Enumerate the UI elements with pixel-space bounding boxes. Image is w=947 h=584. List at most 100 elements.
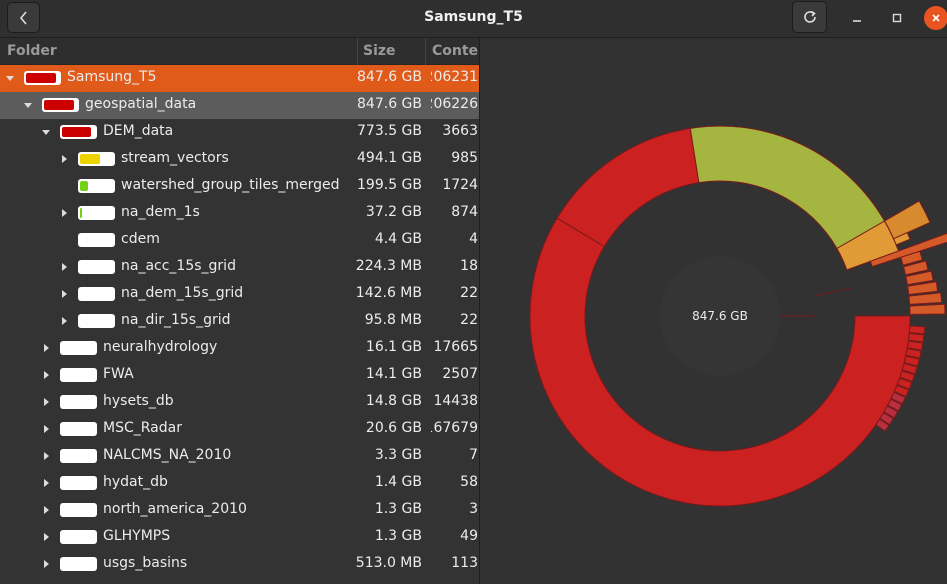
column-header-contents[interactable]: Contents: [432, 43, 479, 59]
folder-contents: 14438: [433, 393, 478, 409]
folder-size: 95.8 MB: [364, 312, 422, 328]
minimize-button[interactable]: [845, 6, 869, 30]
folder-size: 14.8 GB: [365, 393, 422, 409]
tree-row[interactable]: na_dem_15s_grid 142.6 MB 22: [0, 281, 479, 308]
tree-row[interactable]: MSC_Radar 20.6 GB 167679: [0, 416, 479, 443]
refresh-icon: [803, 10, 816, 23]
expander-expanded-icon[interactable]: [22, 99, 34, 111]
close-icon: [932, 14, 940, 22]
expander-collapsed-icon[interactable]: [58, 288, 70, 300]
ring-segment[interactable]: [556, 127, 700, 248]
tree-row[interactable]: hysets_db 14.8 GB 14438: [0, 389, 479, 416]
tree-row[interactable]: geospatial_data 847.6 GB 206226: [0, 92, 479, 119]
tree-row[interactable]: north_america_2010 1.3 GB 3: [0, 497, 479, 524]
ring-segment[interactable]: [812, 287, 853, 297]
maximize-button[interactable]: [885, 6, 909, 30]
usage-bar-fill: [80, 181, 88, 191]
usage-bar: [60, 503, 97, 517]
ring-chart[interactable]: 847.6 GB: [480, 38, 947, 584]
folder-name: na_dem_15s_grid: [121, 285, 244, 301]
expander-collapsed-icon[interactable]: [40, 531, 52, 543]
expander-collapsed-icon[interactable]: [40, 504, 52, 516]
tree-row[interactable]: stream_vectors 494.1 GB 985: [0, 146, 479, 173]
folder-contents: 3: [469, 501, 478, 517]
ring-segment[interactable]: [689, 125, 886, 250]
folder-name: cdem: [121, 231, 160, 247]
folder-contents: 7: [469, 447, 478, 463]
column-separator[interactable]: [425, 38, 426, 65]
tree-header: Folder Size Contents: [0, 38, 479, 65]
expander-collapsed-icon[interactable]: [40, 558, 52, 570]
ring-segment[interactable]: [907, 333, 925, 343]
header-bar: Samsung_T5: [0, 0, 947, 38]
usage-bar: [60, 449, 97, 463]
ring-segment[interactable]: [883, 200, 931, 240]
tree-row[interactable]: hydat_db 1.4 GB 58: [0, 470, 479, 497]
expander-collapsed-icon[interactable]: [58, 153, 70, 165]
usage-bar-fill: [26, 73, 56, 83]
column-header-size[interactable]: Size: [363, 43, 396, 59]
tree-row[interactable]: na_acc_15s_grid 224.3 MB 18: [0, 254, 479, 281]
tree-row[interactable]: cdem 4.4 GB 4: [0, 227, 479, 254]
folder-name: hysets_db: [103, 393, 174, 409]
expander-collapsed-icon[interactable]: [40, 396, 52, 408]
tree-row[interactable]: NALCMS_NA_2010 3.3 GB 7: [0, 443, 479, 470]
tree-row[interactable]: neuralhydrology 16.1 GB 17665: [0, 335, 479, 362]
expander-collapsed-icon[interactable]: [58, 315, 70, 327]
expander-expanded-icon[interactable]: [4, 72, 16, 84]
usage-bar-fill: [44, 100, 74, 110]
folder-size: 1.3 GB: [374, 501, 422, 517]
expander-collapsed-icon[interactable]: [40, 369, 52, 381]
tree-row[interactable]: FWA 14.1 GB 2507: [0, 362, 479, 389]
folder-contents: 3663: [442, 123, 478, 139]
usage-bar: [78, 314, 115, 328]
folder-contents: 58: [460, 474, 478, 490]
usage-bar: [60, 422, 97, 436]
ring-segment[interactable]: [908, 292, 943, 305]
tree-row[interactable]: DEM_data 773.5 GB 3663: [0, 119, 479, 146]
tree-row[interactable]: Samsung_T5 847.6 GB 206231: [0, 65, 479, 92]
folder-size: 494.1 GB: [357, 150, 422, 166]
folder-name: DEM_data: [103, 123, 174, 139]
tree-row[interactable]: GLHYMPS 1.3 GB 49: [0, 524, 479, 551]
ring-segment[interactable]: [909, 303, 946, 315]
folder-name: GLHYMPS: [103, 528, 171, 544]
expander-collapsed-icon[interactable]: [40, 477, 52, 489]
expander-collapsed-icon[interactable]: [40, 342, 52, 354]
folder-contents: 206226: [431, 96, 478, 112]
folder-name: MSC_Radar: [103, 420, 182, 436]
folder-tree[interactable]: Folder Size Contents Samsung_T5 847.6 GB 2…: [0, 38, 479, 584]
usage-bar: [78, 287, 115, 301]
folder-size: 37.2 GB: [365, 204, 422, 220]
tree-row[interactable]: na_dir_15s_grid 95.8 MB 22: [0, 308, 479, 335]
expander-collapsed-icon[interactable]: [40, 423, 52, 435]
folder-contents: 874: [451, 204, 478, 220]
column-header-folder[interactable]: Folder: [7, 43, 57, 59]
usage-bar: [60, 530, 97, 544]
folder-size: 847.6 GB: [357, 69, 422, 85]
folder-name: north_america_2010: [103, 501, 247, 517]
expander-collapsed-icon[interactable]: [58, 261, 70, 273]
usage-bar: [42, 98, 79, 112]
ring-chart-panel: 847.6 GB: [480, 38, 947, 584]
tree-row[interactable]: usgs_basins 513.0 MB 113: [0, 551, 479, 578]
folder-contents: 17665: [433, 339, 478, 355]
usage-bar: [60, 341, 97, 355]
close-button[interactable]: [924, 6, 947, 30]
expander-expanded-icon[interactable]: [40, 126, 52, 138]
folder-name: Samsung_T5: [67, 69, 157, 85]
tree-row[interactable]: na_dem_1s 37.2 GB 874: [0, 200, 479, 227]
ring-segment[interactable]: [908, 325, 926, 335]
expander-collapsed-icon[interactable]: [40, 450, 52, 462]
tree-row[interactable]: watershed_group_tiles_merged 199.5 GB 1724: [0, 173, 479, 200]
column-separator[interactable]: [357, 38, 358, 65]
folder-size: 1.3 GB: [374, 528, 422, 544]
folder-size: 1.4 GB: [374, 474, 422, 490]
folder-name: neuralhydrology: [103, 339, 218, 355]
usage-bar: [60, 557, 97, 571]
folder-name: hydat_db: [103, 474, 168, 490]
refresh-button[interactable]: [792, 1, 827, 33]
expander-collapsed-icon[interactable]: [58, 207, 70, 219]
folder-contents: 167679: [431, 420, 478, 436]
folder-contents: 49: [460, 528, 478, 544]
